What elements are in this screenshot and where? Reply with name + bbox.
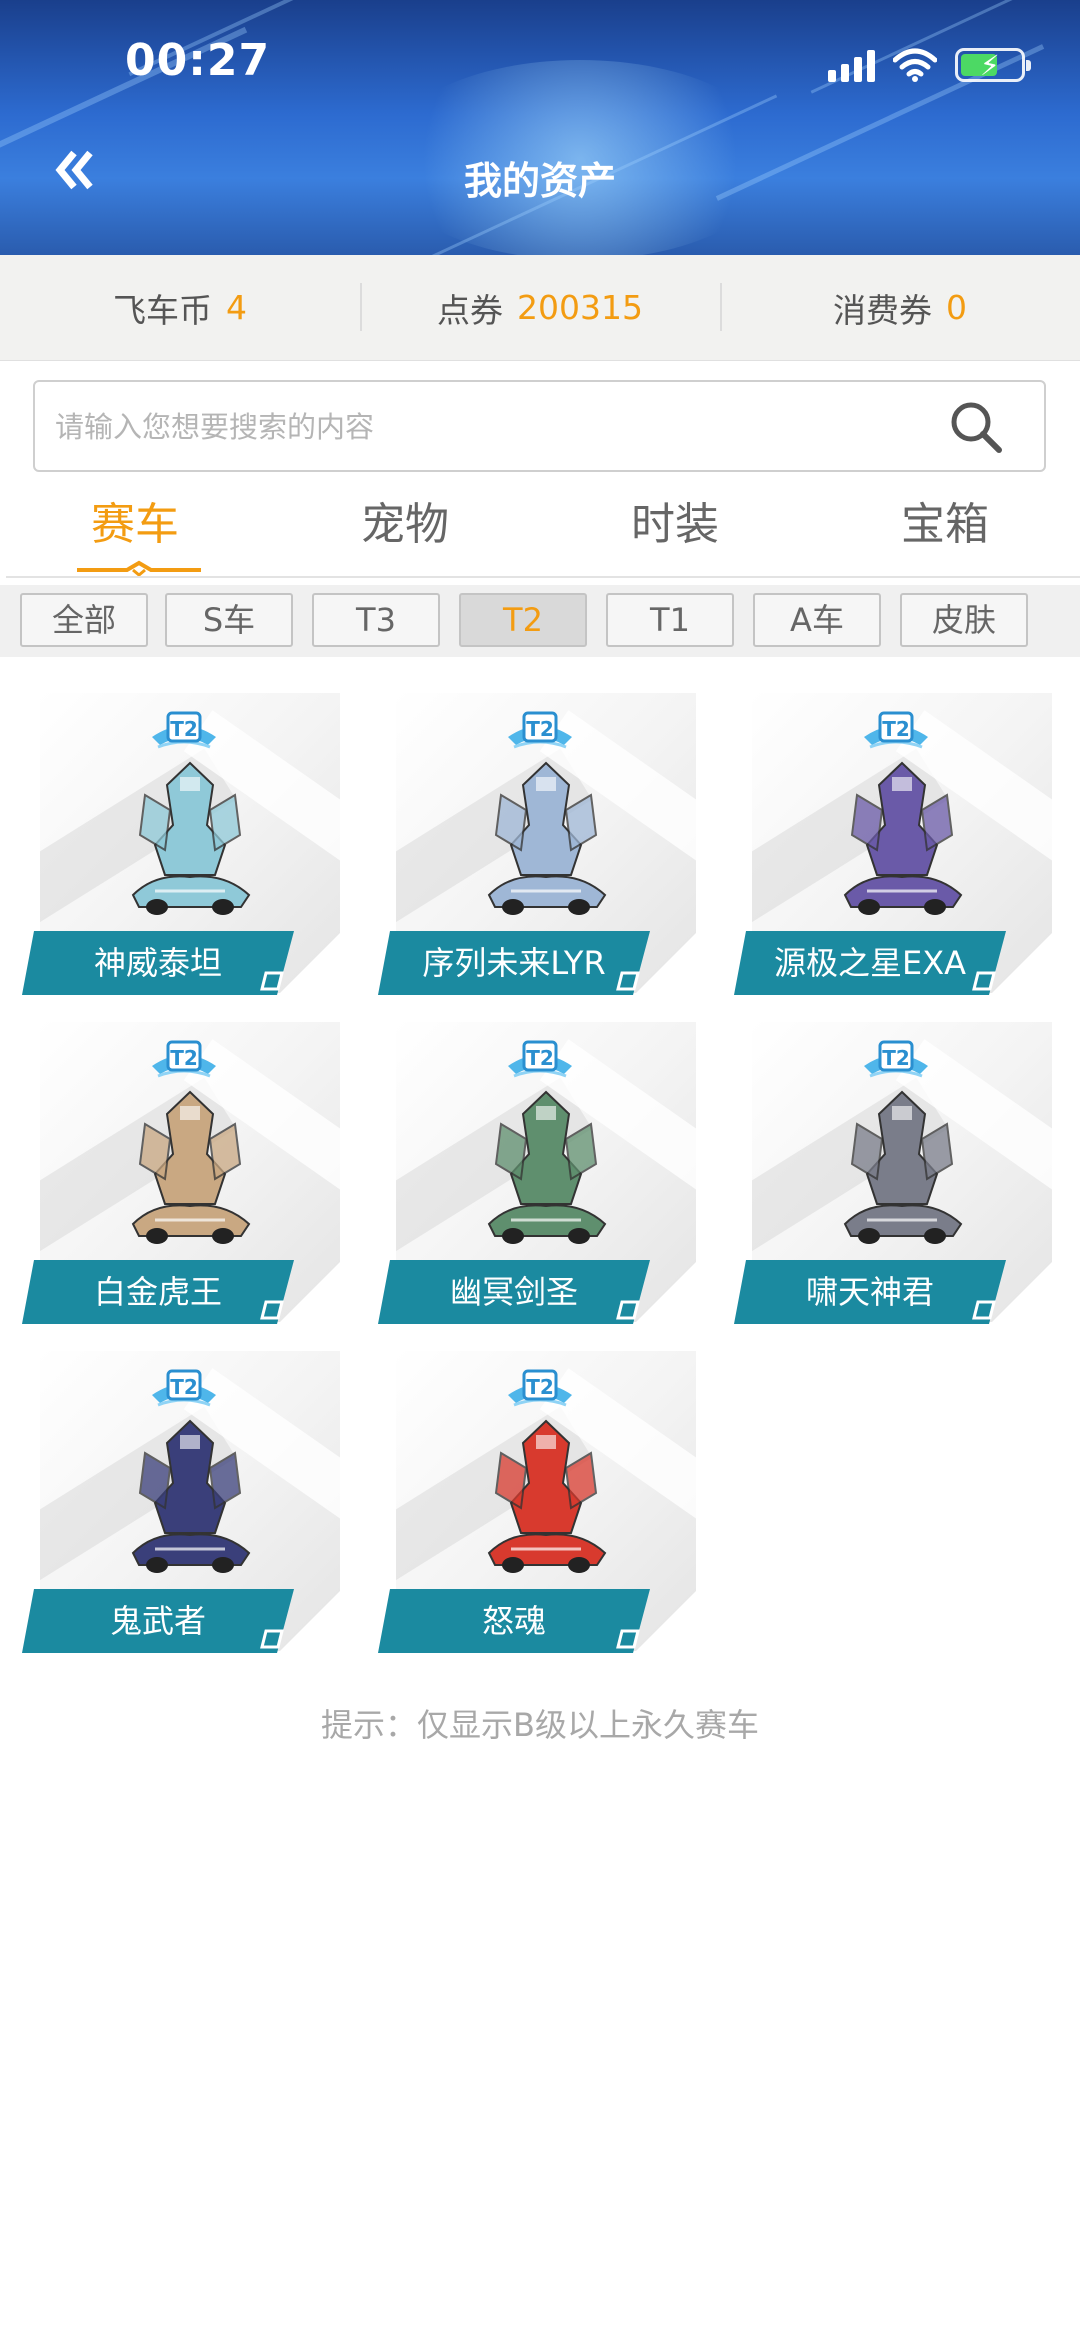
tier-badge-icon: T2	[864, 711, 928, 749]
tier-badge-text: T2	[882, 1046, 910, 1070]
battery-icon: ⚡	[955, 48, 1031, 82]
balance-points: 点券 200315	[360, 255, 720, 360]
balance-label: 消费券	[833, 290, 932, 330]
balance-vouchers: 消费券 0	[720, 255, 1080, 360]
filter-bar: 全部 S车 T3 T2 T1 A车 皮肤	[0, 585, 1080, 657]
tier-badge-text: T2	[170, 1375, 198, 1399]
corner-mark-icon	[260, 1300, 284, 1320]
search-input[interactable]	[53, 382, 937, 472]
balance-coins: 飞车币 4	[0, 255, 360, 360]
tier-badge-text: T2	[526, 1375, 554, 1399]
tier-badge-icon: T2	[508, 711, 572, 749]
car-card[interactable]: T2 鬼武者	[22, 1351, 352, 1653]
tier-badge-icon: T2	[508, 1369, 572, 1407]
status-time: 00:27	[125, 35, 271, 86]
filter-t3[interactable]: T3	[312, 593, 440, 647]
tier-badge-text: T2	[882, 717, 910, 741]
tier-badge-text: T2	[526, 717, 554, 741]
search-box	[33, 380, 1046, 472]
car-figure-icon	[487, 1419, 607, 1573]
car-name: 幽冥剑圣	[378, 1260, 650, 1324]
corner-mark-icon	[972, 1300, 996, 1320]
corner-mark-icon	[616, 1629, 640, 1649]
balance-value: 4	[226, 288, 247, 327]
filter-a-car[interactable]: A车	[753, 593, 881, 647]
car-name: 鬼武者	[22, 1589, 294, 1653]
car-card[interactable]: T2 怒魂	[378, 1351, 708, 1653]
filter-all[interactable]: 全部	[20, 593, 148, 647]
tier-badge-text: T2	[170, 1046, 198, 1070]
signal-icon	[828, 48, 875, 82]
car-card[interactable]: T2 幽冥剑圣	[378, 1022, 708, 1324]
car-name: 序列未来LYR	[378, 931, 650, 995]
corner-mark-icon	[616, 1300, 640, 1320]
balance-value: 0	[946, 288, 967, 327]
wifi-icon	[893, 48, 937, 82]
car-figure-icon	[843, 761, 963, 915]
header-banner: 00:27 ⚡ 我的资产	[0, 0, 1080, 255]
filter-t2[interactable]: T2	[459, 593, 587, 647]
corner-mark-icon	[616, 971, 640, 991]
balance-bar: 飞车币 4 点券 200315 消费券 0	[0, 255, 1080, 361]
car-name: 怒魂	[378, 1589, 650, 1653]
status-icons: ⚡	[828, 42, 1031, 82]
tier-badge-icon: T2	[152, 711, 216, 749]
car-name: 神威泰坦	[22, 931, 294, 995]
car-figure-icon	[131, 761, 251, 915]
filter-s-car[interactable]: S车	[165, 593, 293, 647]
balance-value: 200315	[517, 288, 643, 327]
car-figure-icon	[487, 1090, 607, 1244]
car-card[interactable]: T2 神威泰坦	[22, 693, 352, 995]
tier-badge-icon: T2	[152, 1369, 216, 1407]
tab-pets[interactable]: 宠物	[270, 490, 540, 575]
tab-fashion[interactable]: 时装	[540, 490, 810, 575]
search-icon[interactable]	[948, 399, 1004, 455]
balance-label: 点券	[437, 290, 503, 330]
tier-badge-text: T2	[526, 1046, 554, 1070]
filter-skins[interactable]: 皮肤	[900, 593, 1028, 647]
tier-badge-text: T2	[170, 717, 198, 741]
car-name: 白金虎王	[22, 1260, 294, 1324]
page-title: 我的资产	[463, 159, 616, 203]
car-card[interactable]: T2 白金虎王	[22, 1022, 352, 1324]
tabs-divider	[6, 576, 1080, 578]
car-card[interactable]: T2 序列未来LYR	[378, 693, 708, 995]
tier-badge-icon: T2	[864, 1040, 928, 1078]
balance-label: 飞车币	[113, 290, 212, 330]
car-card[interactable]: T2 啸天神君	[734, 1022, 1064, 1324]
car-figure-icon	[131, 1090, 251, 1244]
tier-badge-icon: T2	[508, 1040, 572, 1078]
corner-mark-icon	[260, 971, 284, 991]
car-name: 源极之星EXA	[734, 931, 1006, 995]
hint-text: 提示：仅显示B级以上永久赛车	[321, 1706, 759, 1744]
corner-mark-icon	[972, 971, 996, 991]
car-card[interactable]: T2 源极之星EXA	[734, 693, 1064, 995]
tier-badge-icon: T2	[152, 1040, 216, 1078]
corner-mark-icon	[260, 1629, 284, 1649]
car-figure-icon	[843, 1090, 963, 1244]
filter-t1[interactable]: T1	[606, 593, 734, 647]
active-tab-indicator	[77, 560, 201, 576]
car-figure-icon	[487, 761, 607, 915]
car-figure-icon	[131, 1419, 251, 1573]
tab-chests[interactable]: 宝箱	[810, 490, 1080, 575]
car-name: 啸天神君	[734, 1260, 1006, 1324]
